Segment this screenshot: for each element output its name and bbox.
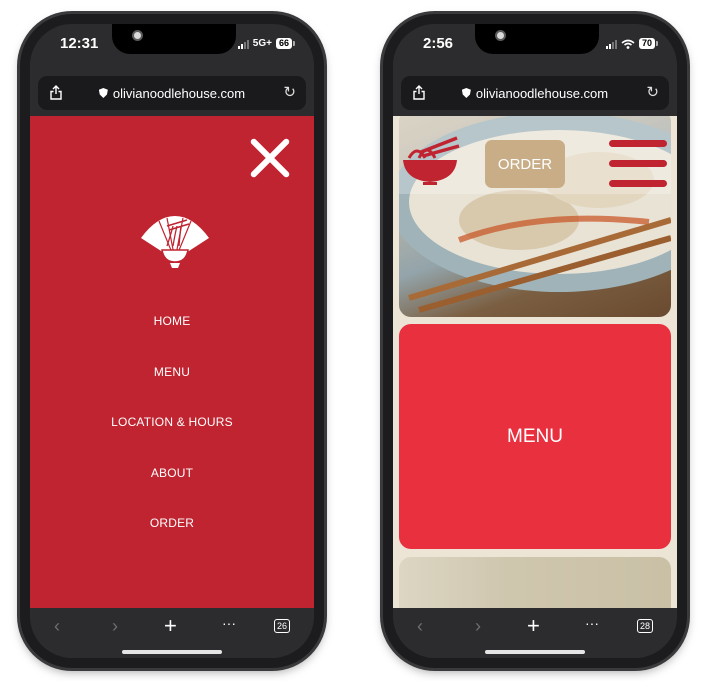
status-indicators: 5G+ 66 <box>237 38 296 49</box>
order-button[interactable]: ORDER <box>485 140 565 188</box>
address-bar[interactable]: olivianoodlehouse.com ↻ <box>38 76 306 110</box>
new-tab-icon[interactable]: + <box>164 613 177 639</box>
browser-toolbar: ‹ › + ··· 28 <box>393 608 677 658</box>
shield-icon <box>461 88 471 98</box>
network-label: 5G+ <box>252 38 272 49</box>
share-icon[interactable] <box>413 85 425 100</box>
tabs-count-icon[interactable]: 26 <box>273 619 290 633</box>
back-icon[interactable]: ‹ <box>54 616 60 637</box>
shield-icon <box>98 88 108 98</box>
notch <box>112 24 236 54</box>
nav-item-home[interactable]: HOME <box>30 296 314 347</box>
new-tab-icon[interactable]: + <box>527 613 540 639</box>
wifi-icon <box>621 39 635 49</box>
signal-icon <box>605 39 617 49</box>
site-content: ORDER MENU <box>393 116 677 608</box>
phone-left: 12:31 5G+ 66 olivianoodlehouse.com ↻ HOM… <box>20 14 324 668</box>
nav-item-order[interactable]: ORDER <box>30 498 314 549</box>
nav-item-menu[interactable]: MENU <box>30 347 314 398</box>
more-icon[interactable]: ··· <box>585 615 599 631</box>
close-icon[interactable] <box>248 136 292 180</box>
url-text[interactable]: olivianoodlehouse.com <box>113 86 245 101</box>
status-time: 2:56 <box>423 35 454 52</box>
next-section-card[interactable] <box>399 557 671 608</box>
camera-icon <box>495 30 506 41</box>
hamburger-menu-icon[interactable] <box>609 140 667 200</box>
status-time: 12:31 <box>60 35 99 52</box>
status-indicators: 70 <box>605 38 659 49</box>
menu-overlay: HOME MENU LOCATION & HOURS ABOUT ORDER <box>30 116 314 608</box>
back-icon[interactable]: ‹ <box>417 616 423 637</box>
forward-icon[interactable]: › <box>475 616 481 637</box>
nav-item-location-hours[interactable]: LOCATION & HOURS <box>30 397 314 448</box>
more-icon[interactable]: ··· <box>222 615 236 631</box>
tabs-count-icon[interactable]: 28 <box>636 619 653 633</box>
screen: 2:56 70 olivianoodlehouse.com ↻ ORDER ME… <box>393 24 677 658</box>
fan-noodle-logo <box>141 216 209 268</box>
status-bar: 2:56 70 <box>393 24 677 74</box>
reload-icon[interactable]: ↻ <box>283 83 296 101</box>
signal-icon <box>237 39 249 49</box>
status-bar: 12:31 5G+ 66 <box>30 24 314 74</box>
camera-icon <box>132 30 143 41</box>
battery-icon: 70 <box>638 38 659 49</box>
browser-toolbar: ‹ › + ··· 26 <box>30 608 314 658</box>
screen: 12:31 5G+ 66 olivianoodlehouse.com ↻ HOM… <box>30 24 314 658</box>
nav-menu: HOME MENU LOCATION & HOURS ABOUT ORDER <box>30 296 314 549</box>
share-icon[interactable] <box>50 85 62 100</box>
url-text[interactable]: olivianoodlehouse.com <box>476 86 608 101</box>
home-indicator[interactable] <box>122 650 222 654</box>
nav-item-about[interactable]: ABOUT <box>30 448 314 499</box>
home-indicator[interactable] <box>485 650 585 654</box>
reload-icon[interactable]: ↻ <box>646 83 659 101</box>
forward-icon[interactable]: › <box>112 616 118 637</box>
noodle-bowl-logo[interactable] <box>399 134 461 186</box>
phone-right: 2:56 70 olivianoodlehouse.com ↻ ORDER ME… <box>383 14 687 668</box>
battery-icon: 66 <box>275 38 296 49</box>
menu-card[interactable]: MENU <box>399 324 671 549</box>
notch <box>475 24 599 54</box>
address-bar[interactable]: olivianoodlehouse.com ↻ <box>401 76 669 110</box>
